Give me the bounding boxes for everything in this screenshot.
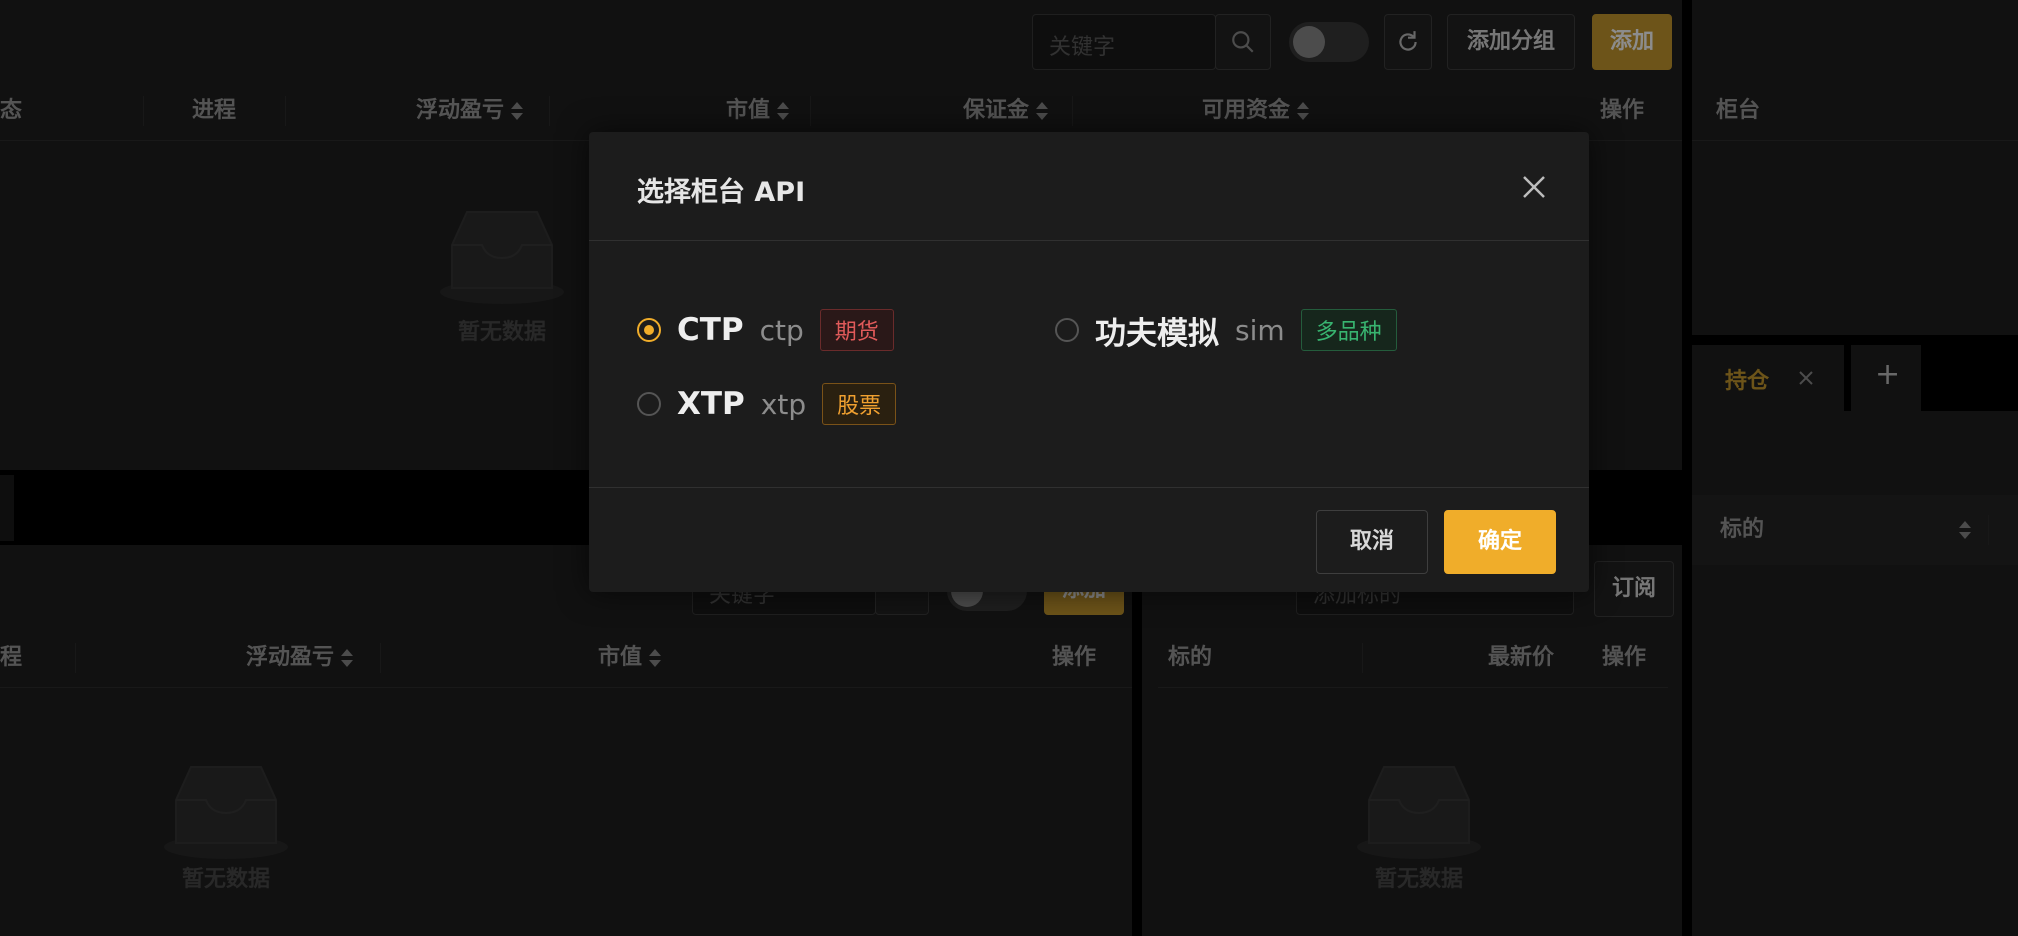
radio-ctp[interactable] — [637, 318, 661, 342]
confirm-button[interactable]: 确定 — [1444, 510, 1556, 574]
option-xtp[interactable]: XTP xtp 股票 — [637, 382, 897, 426]
option-ctp[interactable]: CTP ctp 期货 — [637, 308, 894, 352]
radio-xtp[interactable] — [637, 392, 661, 416]
dialog-header: 选择柜台 API — [589, 132, 1589, 241]
option-name: XTP — [677, 386, 745, 422]
select-api-dialog: 选择柜台 API CTP ctp 期货 功夫模拟 sim 多品种 XTP xtp… — [589, 132, 1589, 592]
option-key: xtp — [760, 387, 807, 421]
tag-stock: 股票 — [822, 383, 897, 425]
tag-futures: 期货 — [819, 309, 894, 351]
option-sim[interactable]: 功夫模拟 sim 多品种 — [1055, 308, 1397, 352]
dialog-title: 选择柜台 API — [637, 177, 806, 208]
radio-sim[interactable] — [1055, 318, 1079, 342]
dialog-footer: 取消 确定 — [589, 487, 1589, 593]
cancel-button[interactable]: 取消 — [1316, 510, 1428, 574]
close-icon[interactable] — [1521, 174, 1547, 200]
tag-multi: 多品种 — [1300, 309, 1397, 351]
option-key: sim — [1235, 313, 1285, 347]
option-key: ctp — [759, 313, 804, 347]
option-name: 功夫模拟 — [1095, 315, 1219, 352]
option-name: CTP — [677, 312, 744, 348]
